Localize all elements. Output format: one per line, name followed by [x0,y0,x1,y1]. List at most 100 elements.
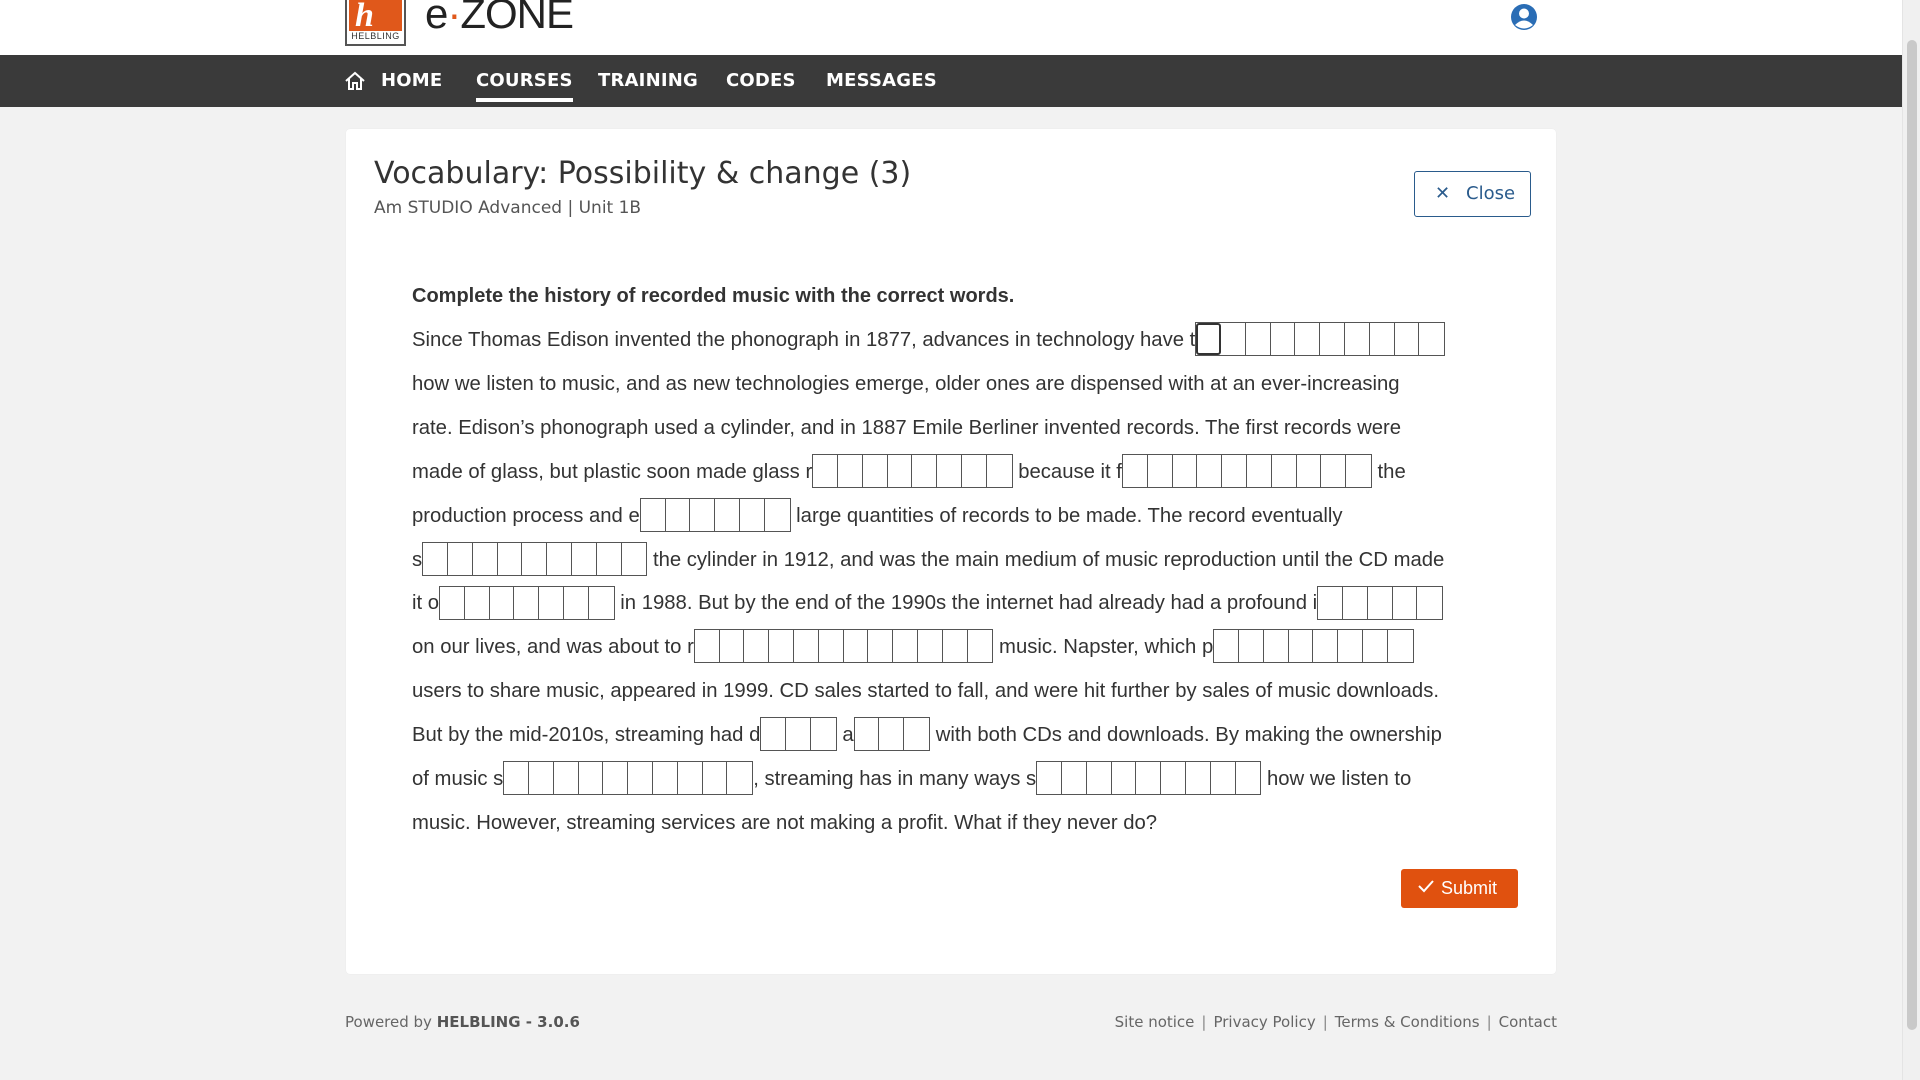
letter-box[interactable] [529,762,554,795]
letter-box[interactable] [937,454,962,487]
letter-box[interactable] [813,454,838,487]
letter-box[interactable] [1264,630,1289,663]
footer-link-contact[interactable]: Contact [1499,1013,1557,1031]
user-account-icon[interactable] [1510,3,1538,31]
letter-box[interactable] [1368,586,1393,619]
letter-box[interactable] [786,718,811,751]
letter-box[interactable] [1320,323,1346,356]
letter-gap-input[interactable] [503,761,754,796]
letter-box[interactable] [838,454,863,487]
letter-box[interactable] [465,586,490,619]
letter-box[interactable] [1148,454,1173,487]
letter-box[interactable] [695,630,720,663]
letter-box[interactable] [1395,323,1420,356]
letter-box[interactable] [1236,762,1261,794]
letter-box[interactable] [641,498,666,531]
letter-box[interactable] [811,718,836,750]
nav-codes[interactable]: CODES [726,55,796,107]
letter-box[interactable] [490,586,515,619]
letter-gap-input[interactable] [439,585,615,620]
letter-box[interactable] [1370,323,1395,356]
letter-box[interactable] [912,454,938,487]
letter-box[interactable] [1197,454,1223,487]
letter-box[interactable] [1345,323,1370,356]
letter-box[interactable] [1037,762,1062,795]
helbling-logo[interactable]: h HELBLING [345,0,406,46]
letter-box[interactable] [1214,630,1240,663]
letter-box[interactable] [597,542,622,575]
letter-box[interactable] [863,454,888,487]
letter-box[interactable] [603,762,629,795]
letter-box[interactable] [893,630,919,663]
nav-home[interactable]: HOME [381,55,442,107]
letter-box[interactable] [554,762,579,795]
letter-box[interactable] [653,762,678,795]
letter-box[interactable] [1087,762,1112,795]
letter-box[interactable] [589,587,614,619]
letter-box[interactable] [868,630,894,663]
letter-box[interactable] [987,455,1012,487]
footer-link-site-notice[interactable]: Site notice [1115,1013,1195,1031]
letter-box[interactable] [514,586,540,619]
letter-gap-input[interactable] [760,717,837,752]
letter-box[interactable] [1338,630,1363,663]
letter-box[interactable] [1388,630,1413,662]
letter-box[interactable] [1271,323,1296,356]
letter-box[interactable] [1173,454,1198,487]
letter-box[interactable] [744,630,770,663]
letter-box[interactable] [720,630,745,663]
letter-gap-input[interactable] [693,629,994,664]
submit-button[interactable]: Submit [1401,869,1518,908]
letter-box[interactable] [448,542,473,575]
home-icon[interactable] [344,71,366,91]
letter-box[interactable] [1239,630,1264,663]
letter-box[interactable] [855,718,880,751]
letter-box[interactable] [715,498,740,531]
footer-link-terms[interactable]: Terms & Conditions [1335,1013,1480,1031]
letter-box[interactable] [1222,454,1247,487]
letter-gap-input[interactable] [639,497,791,532]
nav-messages[interactable]: MESSAGES [826,55,937,107]
letter-box[interactable] [819,630,844,663]
letter-box[interactable] [1161,762,1186,795]
letter-box[interactable] [1136,762,1162,795]
ezone-brand[interactable]: e·ZONE [425,0,574,38]
letter-box[interactable] [962,454,987,487]
scroll-thumb[interactable] [1907,40,1917,1030]
footer-link-privacy[interactable]: Privacy Policy [1213,1013,1315,1031]
letter-box[interactable] [1247,454,1272,487]
letter-box[interactable] [1417,587,1442,619]
letter-box[interactable] [522,542,548,575]
letter-box[interactable] [1313,630,1339,663]
letter-gap-input[interactable] [1195,322,1446,357]
letter-box[interactable] [579,762,604,795]
letter-box[interactable] [1289,630,1314,663]
letter-box[interactable] [1393,586,1418,619]
letter-box[interactable] [1363,630,1388,663]
letter-box[interactable] [1196,323,1222,356]
letter-box[interactable] [879,718,905,751]
letter-box[interactable] [1419,323,1444,355]
letter-box[interactable] [1221,323,1246,356]
letter-box[interactable] [888,454,913,487]
letter-box[interactable] [547,542,572,575]
close-button[interactable]: ✕ Close [1414,171,1531,217]
letter-box[interactable] [918,630,943,663]
letter-box[interactable] [473,542,498,575]
letter-box[interactable] [1346,455,1371,487]
letter-box[interactable] [1062,762,1087,795]
letter-gap-input[interactable] [1036,761,1262,796]
letter-box[interactable] [440,586,465,619]
letter-gap-input[interactable] [853,717,931,752]
page-scrollbar[interactable] [1902,0,1920,1080]
letter-box[interactable] [1186,762,1211,795]
letter-gap-input[interactable] [812,453,1013,488]
letter-gap-input[interactable] [1317,585,1444,620]
letter-box[interactable] [1123,454,1148,487]
letter-box[interactable] [1318,586,1343,619]
letter-box[interactable] [761,718,787,751]
letter-box[interactable] [904,718,929,750]
letter-box[interactable] [628,762,654,795]
letter-box[interactable] [727,762,752,794]
letter-box[interactable] [1112,762,1137,795]
